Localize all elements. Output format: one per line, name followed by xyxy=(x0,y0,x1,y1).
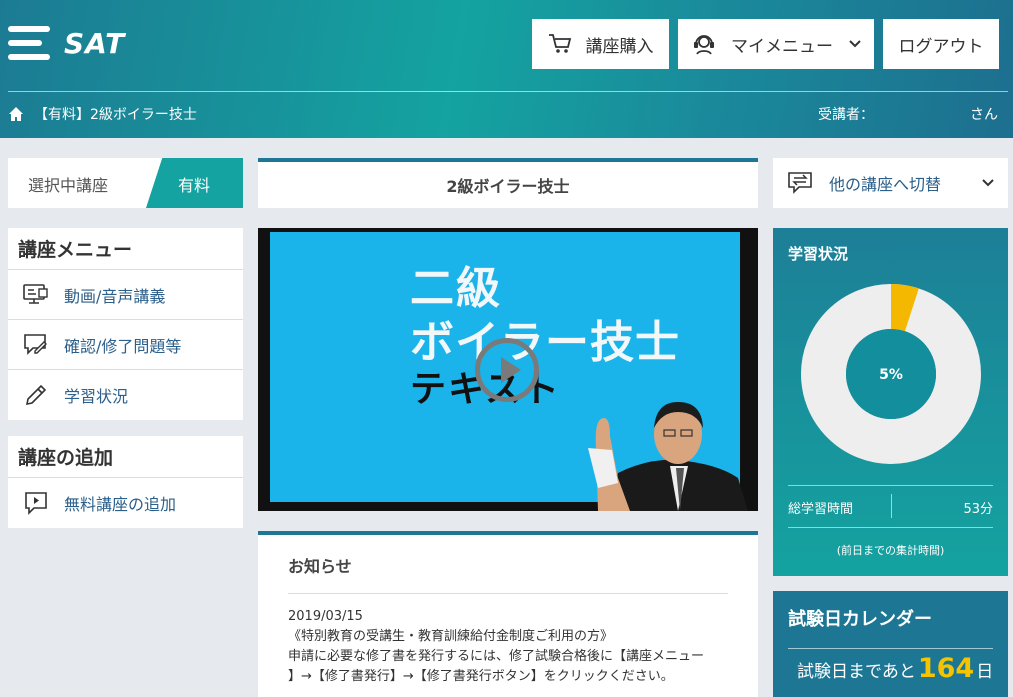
notice-body: 2019/03/15 《特別教育の受講生・教育訓練給付金制度ご利用の方》 申請に… xyxy=(288,607,728,687)
lecturer-image xyxy=(588,402,748,511)
switch-course-label: 他の講座へ切替 xyxy=(829,175,942,194)
course-add-title: 講座の追加 xyxy=(8,436,243,478)
hamburger-icon xyxy=(8,26,50,60)
progress-note: (前日までの集計時間) xyxy=(836,544,945,557)
monitor-icon xyxy=(22,281,50,309)
course-title: 2級ボイラー技士 xyxy=(258,158,758,208)
calendar-divider xyxy=(788,648,993,649)
menu-item-label: 学習状況 xyxy=(64,387,129,406)
learning-progress-panel: 学習状況 5% 総学習時間 53分 (前日までの集計時間) xyxy=(773,228,1008,576)
notice-divider xyxy=(288,593,728,594)
menu-item-label: 動画/音声講義 xyxy=(64,286,166,306)
headset-icon xyxy=(691,32,717,56)
notice-title: お知らせ xyxy=(288,557,352,576)
notice-line: 申請に必要な修了書を発行するには、修了試験合格後に【講座メニュー xyxy=(288,649,705,664)
calendar-title: 試験日カレンダー xyxy=(788,609,932,630)
student-label: 受講者： xyxy=(818,107,874,123)
purchase-button[interactable]: 講座購入 xyxy=(532,19,669,69)
logout-label: ログアウト xyxy=(898,36,984,57)
progress-donut-chart: 5% xyxy=(801,284,981,464)
mymenu-label: マイメニュー xyxy=(731,36,833,57)
days-number: 164 xyxy=(917,653,975,684)
progress-title: 学習状況 xyxy=(788,245,849,263)
notice-line: 】→【修了書発行】→【修了書発行ボタン】をクリックください。 xyxy=(288,669,674,684)
pencil-icon xyxy=(22,381,50,409)
logo-text: SAT xyxy=(64,26,126,60)
progress-divider xyxy=(788,485,993,486)
menu-item-progress[interactable]: 学習状況 xyxy=(8,370,243,420)
cart-icon xyxy=(548,33,572,55)
exam-calendar-panel: 試験日カレンダー 試験日まであと 164 日 xyxy=(773,591,1008,697)
selected-course-box: 選択中講座 有料 xyxy=(8,158,243,208)
course-add-menu: 講座の追加 無料講座の追加 xyxy=(8,436,243,528)
selected-course-label: 選択中講座 xyxy=(28,176,109,195)
course-menu-title: 講座メニュー xyxy=(8,228,243,270)
breadcrumb-course[interactable]: 【有料】2級ボイラー技士 xyxy=(34,104,197,124)
notice-line: 《特別教育の受講生・教育訓練給付金制度ご利用の方》 xyxy=(288,629,614,644)
video-player[interactable]: 二級 ボイラー技士 テキスト xyxy=(258,228,758,511)
switch-course-button[interactable]: 他の講座へ切替 xyxy=(773,158,1008,208)
progress-divider xyxy=(788,527,993,528)
logout-button[interactable]: ログアウト xyxy=(883,19,999,69)
home-icon[interactable] xyxy=(8,106,24,122)
chevron-down-icon xyxy=(849,40,861,48)
chat-pencil-icon xyxy=(22,331,50,359)
total-time-label: 総学習時間 xyxy=(788,502,854,517)
total-time-separator xyxy=(891,494,892,518)
menu-item-label: 確認/修了問題等 xyxy=(64,336,182,356)
paid-tag: 有料 xyxy=(178,176,211,195)
chevron-down-icon xyxy=(982,179,994,187)
menu-item-video[interactable]: 動画/音声講義 xyxy=(8,270,243,320)
play-icon[interactable] xyxy=(475,338,539,402)
logo[interactable]: SAT xyxy=(8,26,125,60)
mymenu-button[interactable]: マイメニュー xyxy=(678,19,874,69)
breadcrumb: 【有料】2級ボイラー技士 xyxy=(8,104,197,124)
days-suffix: 日 xyxy=(976,662,994,682)
switch-icon xyxy=(787,171,815,195)
notice-panel: お知らせ 2019/03/15 《特別教育の受講生・教育訓練給付金制度ご利用の方… xyxy=(258,531,758,697)
progress-percent-label: 5% xyxy=(879,367,903,383)
days-until-exam: 試験日まであと 164 日 xyxy=(797,653,993,684)
donut-fill xyxy=(890,284,919,332)
play-chat-icon xyxy=(22,489,50,517)
header: SAT 講座購入 マイメニュー ログアウト 【有料】2級ボイラー技士 受講者： … xyxy=(0,0,1013,138)
total-time-row: 総学習時間 53分 xyxy=(788,494,993,518)
total-time-value: 53分 xyxy=(963,502,993,517)
notice-date: 2019/03/15 xyxy=(288,609,363,624)
purchase-label: 講座購入 xyxy=(585,36,654,57)
header-divider xyxy=(8,91,1008,92)
menu-item-quiz[interactable]: 確認/修了問題等 xyxy=(8,320,243,370)
days-prefix: 試験日まであと xyxy=(797,662,916,682)
course-menu: 講座メニュー 動画/音声講義 確認/修了問題等 学習状況 xyxy=(8,228,243,420)
menu-item-label: 無料講座の追加 xyxy=(64,495,177,514)
menu-item-free-course[interactable]: 無料講座の追加 xyxy=(8,478,243,528)
student-suffix: さん xyxy=(970,107,998,123)
